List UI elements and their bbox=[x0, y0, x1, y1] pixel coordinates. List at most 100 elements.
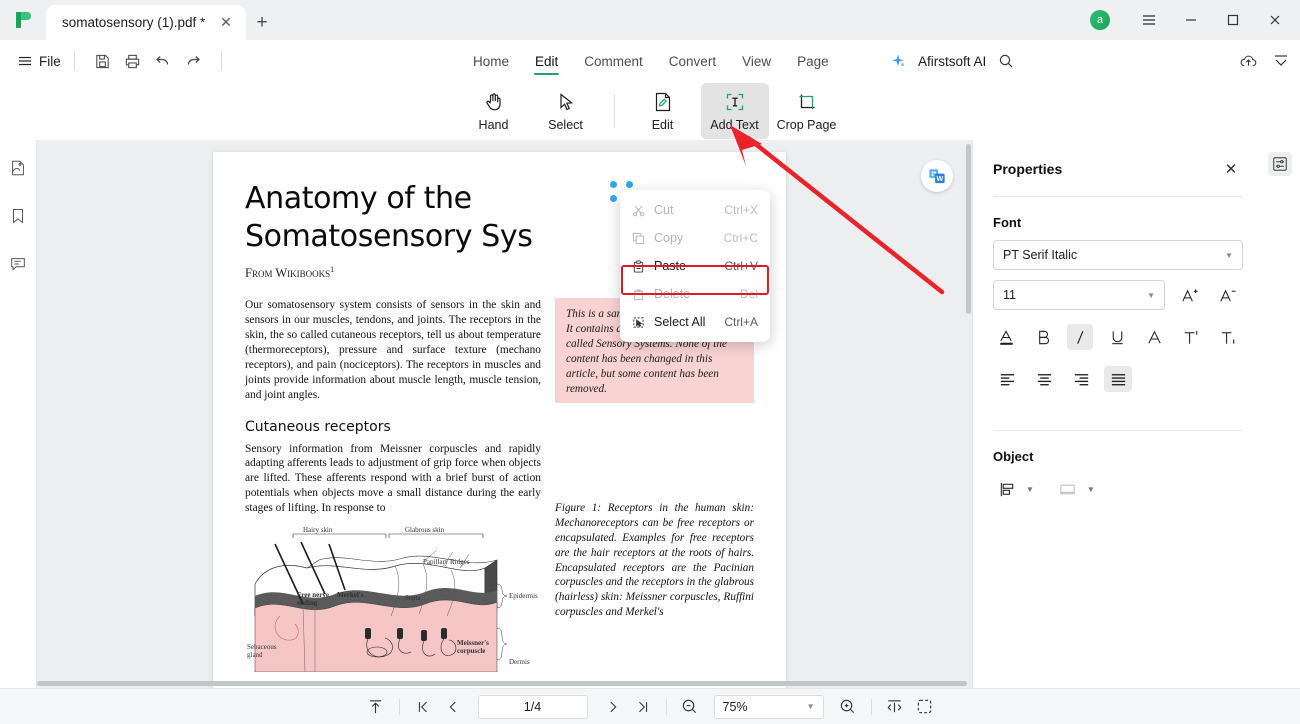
divider bbox=[73, 51, 75, 71]
document-tab[interactable]: somatosensory (1).pdf * ✕ bbox=[46, 5, 246, 40]
zoom-out-icon[interactable] bbox=[675, 694, 705, 720]
close-window-icon[interactable] bbox=[1254, 0, 1296, 40]
tool-select[interactable]: Select bbox=[532, 83, 600, 139]
properties-panel-toggle[interactable] bbox=[1268, 152, 1292, 176]
menu-shortcut: Ctrl+A bbox=[724, 315, 758, 329]
align-justify-icon[interactable] bbox=[1104, 366, 1132, 392]
prev-page-icon[interactable] bbox=[438, 694, 468, 720]
align-right-icon[interactable] bbox=[1067, 366, 1095, 392]
tab-page[interactable]: Page bbox=[784, 40, 842, 82]
font-family-select[interactable]: PT Serif Italic ▼ bbox=[993, 240, 1243, 270]
chevron-down-icon[interactable]: ▼ bbox=[1026, 485, 1034, 494]
strikethrough-icon[interactable] bbox=[1142, 324, 1168, 350]
object-fill-icon[interactable] bbox=[1054, 476, 1082, 502]
file-label: File bbox=[39, 53, 61, 69]
left-column: Our somatosensory system consists of sen… bbox=[245, 298, 541, 673]
figure-label-septa: Septa bbox=[405, 594, 421, 603]
next-page-icon[interactable] bbox=[598, 694, 628, 720]
paragraph-2: Sensory information from Meissner corpus… bbox=[245, 442, 541, 515]
tab-comment[interactable]: Comment bbox=[571, 40, 656, 82]
first-page-icon[interactable] bbox=[408, 694, 438, 720]
cloud-upload-icon[interactable] bbox=[1239, 52, 1258, 71]
file-menu-button[interactable]: File bbox=[18, 54, 61, 69]
thumbnails-icon[interactable] bbox=[4, 154, 32, 182]
decrease-font-size-icon[interactable] bbox=[1213, 282, 1241, 308]
redo-icon[interactable] bbox=[178, 46, 208, 76]
menu-label: Select All bbox=[654, 315, 706, 329]
font-size-select[interactable]: 11 ▼ bbox=[993, 280, 1165, 310]
align-left-icon[interactable] bbox=[993, 366, 1021, 392]
vertical-scrollbar[interactable] bbox=[966, 144, 971, 314]
tool-label: Select bbox=[548, 118, 583, 132]
tab-convert[interactable]: Convert bbox=[656, 40, 729, 82]
divider bbox=[993, 196, 1242, 197]
chevron-down-icon: ▼ bbox=[1147, 290, 1155, 300]
selection-handle[interactable] bbox=[609, 194, 618, 203]
search-icon[interactable] bbox=[998, 53, 1014, 69]
annotation-arrow bbox=[730, 125, 945, 295]
skin-anatomy-figure: Hairy skin Glabrous skin Papillary Ridge… bbox=[245, 524, 541, 673]
maximize-icon[interactable] bbox=[1212, 0, 1254, 40]
collapse-ribbon-icon[interactable] bbox=[1272, 52, 1290, 70]
increase-font-size-icon[interactable] bbox=[1175, 282, 1203, 308]
file-area: File bbox=[0, 40, 235, 82]
tool-edit[interactable]: Edit bbox=[629, 83, 697, 139]
ai-label[interactable]: Afirstsoft AI bbox=[918, 54, 986, 69]
chevron-down-icon: ▼ bbox=[1225, 250, 1233, 260]
figure-label-papillary-ridges: Papillary Ridges bbox=[423, 558, 470, 567]
context-menu-item-select-all[interactable]: Select All Ctrl+A bbox=[620, 308, 770, 336]
close-icon[interactable]: ✕ bbox=[1220, 158, 1242, 180]
chevron-down-icon[interactable]: ▼ bbox=[1087, 485, 1095, 494]
properties-title: Properties bbox=[993, 161, 1063, 177]
align-center-icon[interactable] bbox=[1030, 366, 1058, 392]
properties-panel: Properties ✕ Font PT Serif Italic ▼ 11 ▼ bbox=[972, 140, 1262, 688]
zoom-level-select[interactable]: 75% ▼ bbox=[713, 694, 824, 719]
footnote-marker: 1 bbox=[330, 264, 335, 274]
last-page-icon[interactable] bbox=[628, 694, 658, 720]
cursor-icon bbox=[559, 93, 573, 111]
bookmark-icon[interactable] bbox=[4, 202, 32, 230]
clipboard-icon bbox=[632, 259, 654, 273]
tab-edit[interactable]: Edit bbox=[522, 40, 571, 82]
align-objects-icon[interactable] bbox=[993, 476, 1021, 502]
font-size-row: 11 ▼ bbox=[993, 280, 1242, 310]
underline-icon[interactable] bbox=[1104, 324, 1130, 350]
tool-hand[interactable]: Hand bbox=[460, 83, 528, 139]
object-fill-control[interactable]: ▼ bbox=[1054, 476, 1095, 502]
tab-view[interactable]: View bbox=[729, 40, 784, 82]
selection-handle[interactable] bbox=[609, 180, 618, 189]
close-icon[interactable]: ✕ bbox=[216, 13, 236, 33]
comment-icon[interactable] bbox=[4, 250, 32, 278]
from-label: From Wikibooks bbox=[245, 265, 331, 280]
fit-page-icon[interactable] bbox=[910, 694, 940, 720]
font-color-icon[interactable] bbox=[993, 324, 1019, 350]
undo-icon[interactable] bbox=[148, 46, 178, 76]
divider bbox=[870, 698, 872, 715]
figure-label-meissner: Meissner's corpuscle bbox=[457, 639, 489, 655]
align-objects-control[interactable]: ▼ bbox=[993, 476, 1034, 502]
hamburger-menu-icon[interactable] bbox=[1128, 0, 1170, 40]
divider bbox=[220, 51, 222, 71]
new-tab-button[interactable]: + bbox=[246, 5, 278, 40]
superscript-icon[interactable] bbox=[1179, 324, 1205, 350]
figure-caption: Figure 1: Receptors in the human skin: M… bbox=[555, 501, 754, 619]
print-icon[interactable] bbox=[118, 46, 148, 76]
hamburger-icon bbox=[19, 56, 31, 66]
scroll-to-top-icon[interactable] bbox=[361, 694, 391, 720]
save-icon[interactable] bbox=[88, 46, 118, 76]
app-logo-icon bbox=[0, 0, 46, 40]
horizontal-scrollbar[interactable] bbox=[37, 681, 967, 686]
subscript-icon[interactable] bbox=[1216, 324, 1242, 350]
page-columns: Our somatosensory system consists of sen… bbox=[245, 297, 754, 673]
fit-width-icon[interactable] bbox=[880, 694, 910, 720]
text-format-row bbox=[993, 324, 1242, 350]
minimize-icon[interactable] bbox=[1170, 0, 1212, 40]
properties-header: Properties ✕ bbox=[993, 158, 1242, 180]
tab-home[interactable]: Home bbox=[460, 40, 522, 82]
selection-handle[interactable] bbox=[625, 180, 634, 189]
italic-icon[interactable] bbox=[1067, 324, 1094, 350]
page-number-input[interactable]: 1/4 bbox=[477, 694, 588, 719]
bold-icon[interactable] bbox=[1030, 324, 1056, 350]
zoom-in-icon[interactable] bbox=[833, 694, 863, 720]
avatar[interactable]: a bbox=[1090, 10, 1110, 30]
